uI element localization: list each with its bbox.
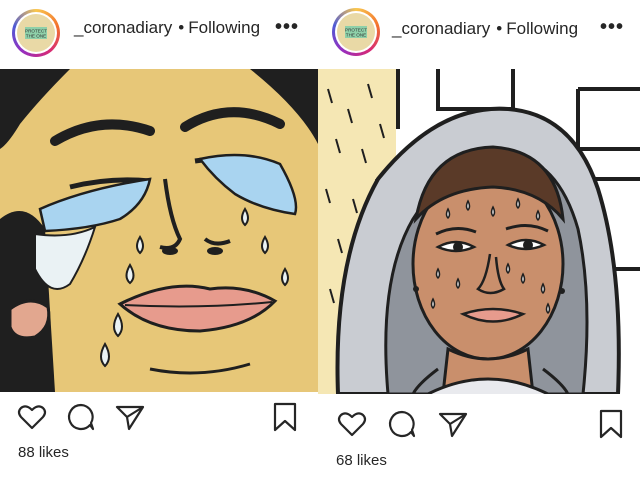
- post-header: PROTECT THE ONE _coronadiary • Following •…: [0, 0, 318, 66]
- share-icon[interactable]: [113, 400, 147, 434]
- bookmark-icon[interactable]: [268, 400, 302, 434]
- post-image[interactable]: [318, 69, 640, 394]
- heart-icon[interactable]: [15, 400, 49, 434]
- post-actions: [318, 407, 640, 447]
- post-meta: _coronadiary • Following: [392, 19, 578, 39]
- avatar-image: PROTECT THE ONE: [337, 13, 375, 51]
- comment-icon[interactable]: [64, 400, 98, 434]
- heart-icon[interactable]: [335, 407, 369, 441]
- svg-text:THE ONE: THE ONE: [346, 33, 366, 38]
- share-icon[interactable]: [436, 407, 470, 441]
- comment-icon[interactable]: [385, 407, 419, 441]
- post-image[interactable]: [0, 69, 318, 392]
- username-link[interactable]: _coronadiary: [74, 18, 172, 37]
- avatar[interactable]: PROTECT THE ONE: [332, 8, 380, 56]
- crying-face-illustration: [0, 69, 318, 392]
- post-actions: [0, 400, 318, 440]
- following-button[interactable]: Following: [506, 19, 578, 38]
- avatar-image: PROTECT THE ONE: [17, 14, 55, 52]
- post-meta: _coronadiary • Following: [74, 18, 260, 38]
- separator-dot: •: [496, 19, 503, 38]
- post-right: PROTECT THE ONE _coronadiary • Following •…: [318, 0, 640, 483]
- bookmark-icon[interactable]: [594, 407, 628, 441]
- hooded-sweating-face-illustration: [318, 69, 640, 394]
- likes-count[interactable]: 88 likes: [18, 444, 69, 461]
- post-left: PROTECT THE ONE _coronadiary • Following •…: [0, 0, 318, 483]
- following-button[interactable]: Following: [188, 18, 260, 37]
- more-options-icon[interactable]: •••: [600, 16, 624, 39]
- post-header: PROTECT THE ONE _coronadiary • Following •…: [318, 0, 640, 66]
- svg-text:THE ONE: THE ONE: [26, 34, 46, 39]
- likes-count[interactable]: 68 likes: [336, 452, 387, 469]
- avatar[interactable]: PROTECT THE ONE: [12, 9, 60, 57]
- separator-dot: •: [178, 18, 185, 37]
- username-link[interactable]: _coronadiary: [392, 19, 490, 38]
- more-options-icon[interactable]: •••: [275, 16, 299, 39]
